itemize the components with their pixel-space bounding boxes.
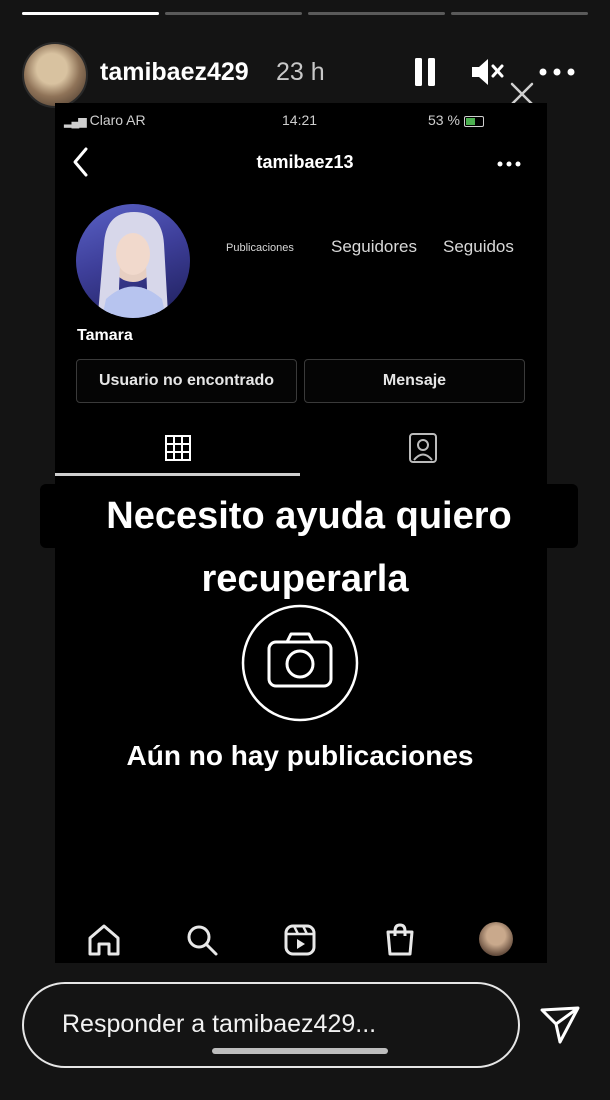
send-icon[interactable] <box>538 1002 582 1046</box>
progress-segment <box>308 12 445 15</box>
story-username[interactable]: tamibaez429 <box>100 58 249 87</box>
nav-profile-avatar[interactable] <box>479 922 513 956</box>
profile-avatar[interactable] <box>76 204 190 318</box>
pause-icon[interactable] <box>414 58 436 86</box>
story-caption-line-2: recuperarla <box>201 558 409 600</box>
status-battery: 53 % <box>428 112 484 128</box>
camera-icon <box>241 604 359 722</box>
story-progress <box>22 12 588 16</box>
reels-icon[interactable] <box>280 920 320 960</box>
grid-icon[interactable] <box>164 434 192 462</box>
shop-icon[interactable] <box>380 920 420 960</box>
story-caption-line-1: Necesito ayuda quiero <box>40 484 578 548</box>
message-button[interactable]: Mensaje <box>304 359 525 403</box>
search-icon[interactable] <box>182 920 222 960</box>
posts-label[interactable]: Publicaciones <box>226 242 294 254</box>
followers-label[interactable]: Seguidores <box>331 237 417 257</box>
tagged-icon[interactable] <box>408 432 438 464</box>
active-tab-indicator <box>55 473 300 476</box>
status-time: 14:21 <box>282 112 318 128</box>
profile-more-icon[interactable] <box>496 160 522 168</box>
home-icon[interactable] <box>84 920 124 960</box>
status-carrier: ▂▄▆ Claro AR <box>64 112 146 128</box>
story-avatar[interactable] <box>22 42 88 108</box>
user-not-found-button[interactable]: Usuario no encontrado <box>76 359 297 403</box>
reply-placeholder[interactable]: Responder a tamibaez429... <box>62 1010 376 1039</box>
following-label[interactable]: Seguidos <box>443 237 514 257</box>
empty-posts-message: Aún no hay publicaciones <box>126 740 474 771</box>
story-timestamp: 23 h <box>276 58 325 86</box>
progress-segment <box>22 12 159 15</box>
mute-icon[interactable] <box>470 56 506 88</box>
progress-segment <box>165 12 302 15</box>
display-name: Tamara <box>77 327 133 344</box>
progress-segment <box>451 12 588 15</box>
home-indicator <box>212 1048 388 1054</box>
more-options-icon[interactable] <box>538 62 576 82</box>
